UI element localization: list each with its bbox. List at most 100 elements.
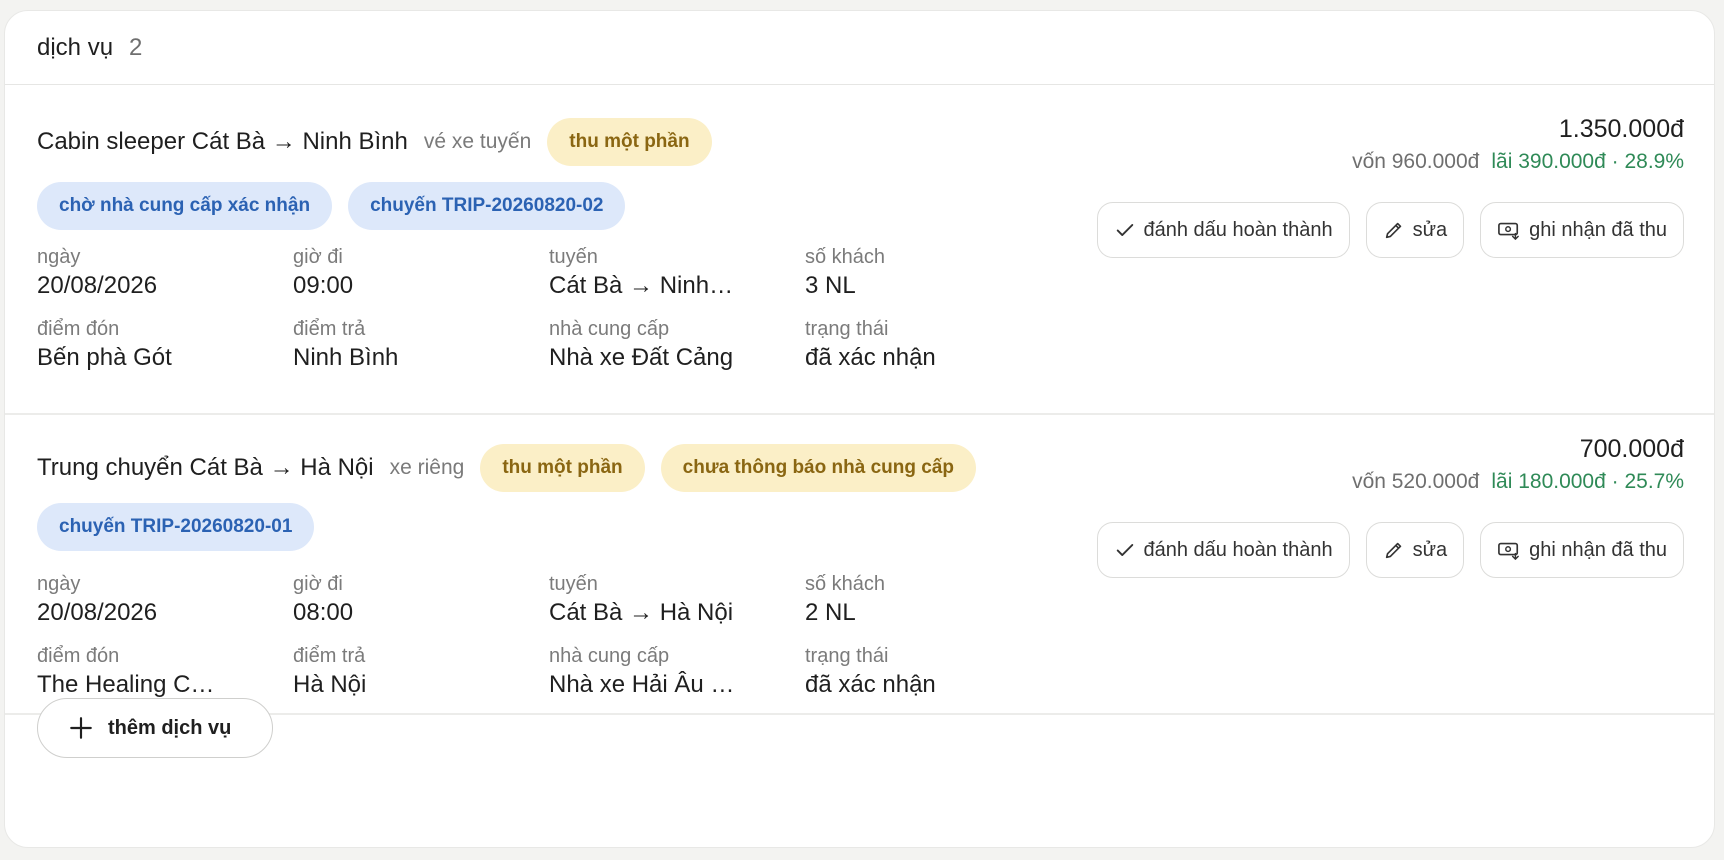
field-value: Cát Bà → Hà Nội: [549, 599, 734, 626]
record-payment-button[interactable]: ghi nhận đã thu: [1480, 202, 1684, 258]
field-label: giờ đi: [293, 246, 343, 268]
field-value: 20/08/2026: [37, 272, 158, 299]
service-title-row: Cabin sleeper Cát Bà → Ninh Bình vé xe t…: [37, 118, 712, 166]
field-label: số khách: [805, 246, 886, 268]
mark-complete-button[interactable]: đánh dấu hoàn thành: [1096, 202, 1350, 258]
field-provider: nhà cung cấp Nhà xe Hải Âu Limousine: [549, 644, 805, 716]
field-passengers: số khách 2 NL: [805, 572, 1061, 644]
field-passengers: số khách 3 NL: [805, 245, 1061, 317]
field-value: Cát Bà → Ninh Bình: [549, 272, 739, 299]
service-price: 1.350.000đ: [1558, 115, 1684, 143]
cash-icon: [1498, 542, 1519, 560]
field-value: Ninh Bình: [293, 344, 399, 371]
field-label: số khách: [805, 573, 886, 595]
notify-status-badge: chưa thông báo nhà cung cấp: [660, 444, 976, 492]
field-date: ngày 20/08/2026: [37, 245, 293, 317]
add-service-button[interactable]: thêm dịch vụ: [37, 698, 273, 758]
field-value: The Healing Cat Ba: [37, 671, 227, 698]
service-details: ngày 20/08/2026 giờ đi 09:00 tuyến Cát B…: [37, 245, 1061, 389]
field-label: điểm trả: [293, 318, 366, 340]
price-block: 700.000đ vốn 520.000đ lãi 180.000đ · 25.7…: [1352, 430, 1684, 496]
pencil-icon: [1385, 222, 1401, 239]
field-value: Nhà xe Đất Cảng: [549, 344, 734, 371]
add-service-wrap: thêm dịch vụ: [37, 698, 273, 758]
field-status: trạng thái đã xác nhận: [805, 317, 1061, 389]
pencil-icon: [1385, 542, 1401, 559]
edit-button[interactable]: sửa: [1365, 522, 1465, 578]
field-value: 20/08/2026: [37, 599, 158, 626]
field-pickup: điểm đón Bến phà Gót: [37, 317, 293, 389]
cash-icon: [1498, 222, 1519, 240]
edit-button[interactable]: sửa: [1365, 202, 1465, 258]
service-profit: lãi 390.000đ · 28.9%: [1491, 150, 1684, 173]
button-label: ghi nhận đã thu: [1529, 218, 1667, 241]
service-tags-row: chuyến TRIP-20260820-01: [37, 503, 330, 551]
field-label: trạng thái: [805, 645, 889, 667]
cost-profit: vốn 960.000đ lãi 390.000đ · 28.9%: [1352, 148, 1684, 176]
trip-badge[interactable]: chuyến TRIP-20260820-01: [37, 503, 315, 551]
check-icon: [1116, 224, 1133, 236]
service-name: Trung chuyển Cát Bà → Hà Nội: [37, 454, 374, 481]
field-value: 08:00: [293, 599, 354, 626]
service-details: ngày 20/08/2026 giờ đi 08:00 tuyến Cát B…: [37, 572, 1061, 716]
field-value: 2 NL: [805, 599, 856, 626]
field-label: ngày: [37, 246, 81, 268]
trip-badge[interactable]: chuyến TRIP-20260820-02: [348, 182, 626, 230]
field-dropoff: điểm trả Hà Nội: [293, 644, 549, 716]
service-type: xe riêng: [389, 456, 465, 479]
field-route: tuyến Cát Bà → Ninh Bình: [549, 245, 805, 317]
field-label: giờ đi: [293, 573, 343, 595]
field-depart-time: giờ đi 09:00: [293, 245, 549, 317]
service-name: Cabin sleeper Cát Bà → Ninh Bình: [37, 128, 408, 155]
field-value: 09:00: [293, 272, 354, 299]
field-date: ngày 20/08/2026: [37, 572, 293, 644]
field-value: Nhà xe Hải Âu Limousine: [549, 671, 739, 698]
record-payment-button[interactable]: ghi nhận đã thu: [1480, 522, 1684, 578]
field-label: nhà cung cấp: [549, 645, 670, 667]
service-actions: đánh dấu hoàn thành sửa ghi nhận đã thu: [1096, 202, 1684, 258]
service-profit: lãi 180.000đ · 25.7%: [1491, 470, 1684, 493]
field-depart-time: giờ đi 08:00: [293, 572, 549, 644]
field-label: trạng thái: [805, 318, 889, 340]
field-label: nhà cung cấp: [549, 318, 670, 340]
field-label: điểm đón: [37, 318, 120, 340]
field-value: Hà Nội: [293, 671, 367, 698]
button-label: ghi nhận đã thu: [1529, 538, 1667, 561]
button-label: đánh dấu hoàn thành: [1143, 218, 1333, 241]
field-value: 3 NL: [805, 272, 856, 299]
field-value: đã xác nhận: [805, 671, 936, 698]
service-item: Trung chuyển Cát Bà → Hà Nội xe riêng th…: [5, 415, 1714, 715]
service-count: 2: [129, 33, 143, 61]
field-dropoff: điểm trả Ninh Bình: [293, 317, 549, 389]
check-icon: [1116, 544, 1133, 556]
service-type: vé xe tuyến: [423, 130, 532, 153]
service-title-row: Trung chuyển Cát Bà → Hà Nội xe riêng th…: [37, 444, 976, 492]
card-title: dịch vụ: [37, 33, 114, 61]
plus-icon: [70, 717, 92, 739]
field-route: tuyến Cát Bà → Hà Nội: [549, 572, 805, 644]
service-item: Cabin sleeper Cát Bà → Ninh Bình vé xe t…: [5, 85, 1714, 415]
field-value: đã xác nhận: [805, 344, 936, 371]
service-price: 700.000đ: [1579, 435, 1684, 463]
payment-status-badge: thu một phần: [480, 444, 645, 492]
service-tags-row: chờ nhà cung cấp xác nhận chuyến TRIP-20…: [37, 182, 641, 230]
field-label: điểm đón: [37, 645, 120, 667]
payment-status-badge: thu một phần: [547, 118, 712, 166]
button-label: sửa: [1412, 218, 1448, 241]
services-card: dịch vụ 2 Cabin sleeper Cát Bà → Ninh Bì…: [4, 10, 1715, 848]
mark-complete-button[interactable]: đánh dấu hoàn thành: [1096, 522, 1350, 578]
service-cost: vốn 960.000đ: [1352, 150, 1480, 173]
field-status: trạng thái đã xác nhận: [805, 644, 1061, 716]
field-provider: nhà cung cấp Nhà xe Đất Cảng: [549, 317, 805, 389]
button-label: sửa: [1412, 538, 1448, 561]
field-label: tuyến: [549, 246, 598, 268]
service-cost: vốn 520.000đ: [1352, 470, 1480, 493]
service-actions: đánh dấu hoàn thành sửa ghi nhận đã thu: [1096, 522, 1684, 578]
price-block: 1.350.000đ vốn 960.000đ lãi 390.000đ · 28…: [1352, 110, 1684, 176]
add-service-label: thêm dịch vụ: [108, 716, 232, 739]
button-label: đánh dấu hoàn thành: [1143, 538, 1333, 561]
card-header: dịch vụ 2: [5, 11, 1714, 85]
cost-profit: vốn 520.000đ lãi 180.000đ · 25.7%: [1352, 468, 1684, 496]
field-value: Bến phà Gót: [37, 344, 172, 371]
provider-status-badge: chờ nhà cung cấp xác nhận: [37, 182, 333, 230]
